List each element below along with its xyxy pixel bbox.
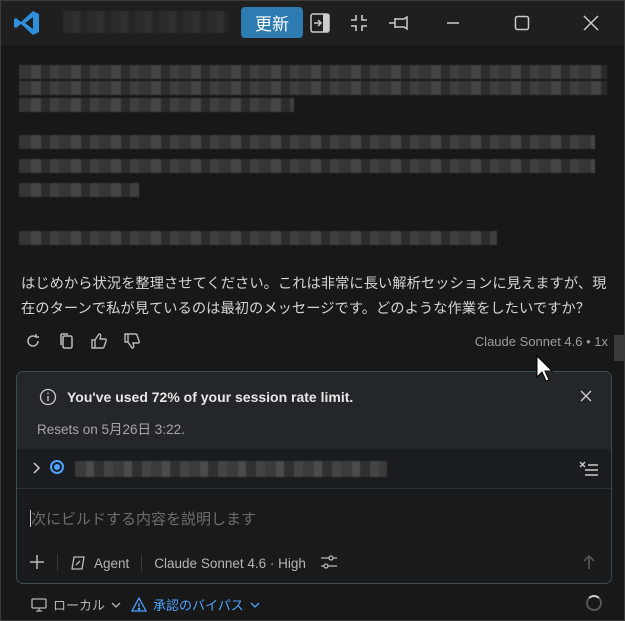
monitor-icon (31, 597, 47, 612)
bypass-label: 承認のバイパス (153, 598, 244, 613)
composer-toolbar: Agent Claude Sonnet 4.6 · High (29, 552, 338, 574)
status-footer: ローカル 承認のバイパス (1, 588, 624, 620)
rate-limit-banner: You've used 72% of your session rate lim… (17, 372, 611, 449)
warning-icon (131, 597, 147, 612)
local-label: ローカル (53, 598, 106, 613)
send-arrow-icon[interactable] (581, 553, 597, 571)
rate-limit-title: You've used 72% of your session rate lim… (67, 389, 354, 405)
model-picker[interactable]: Claude Sonnet 4.6 · High (154, 556, 306, 571)
agent-mode-button[interactable]: Agent (70, 555, 129, 571)
scrollbar-thumb[interactable] (614, 335, 624, 361)
update-button[interactable]: 更新 (241, 7, 303, 38)
blurred-text-line (19, 98, 294, 112)
copy-icon[interactable] (56, 331, 76, 351)
vscode-logo-icon (14, 11, 39, 35)
retry-icon[interactable] (23, 331, 43, 351)
close-window-icon[interactable] (579, 11, 603, 35)
divider (57, 555, 58, 571)
chevron-down-icon (250, 602, 260, 608)
prompt-input[interactable]: 次にビルドする内容を説明します Agent Claude Sonnet 4.6 … (17, 489, 611, 583)
thumbs-up-icon[interactable] (89, 331, 109, 351)
blurred-text-line (19, 183, 139, 197)
info-icon (39, 388, 57, 406)
maximize-icon[interactable] (510, 11, 534, 35)
model-info: Claude Sonnet 4.6 • 1x (474, 334, 608, 349)
loading-spinner-icon (586, 595, 602, 611)
session-status-icon (50, 460, 64, 474)
minimize-icon[interactable] (441, 11, 465, 35)
local-target-dropdown[interactable]: ローカル (31, 595, 121, 614)
blurred-text-line (19, 135, 595, 149)
chevron-down-icon (111, 602, 121, 608)
blurred-text-line (19, 159, 595, 173)
blurred-text-line (19, 231, 497, 245)
assistant-response: はじめから状況を整理させてください。これは非常に長い解析セッションに見えますが、… (21, 276, 607, 317)
agent-icon (71, 556, 85, 570)
thumbs-down-icon[interactable] (122, 331, 142, 351)
mouse-cursor-icon (536, 355, 554, 382)
session-row[interactable] (17, 450, 611, 489)
response-actions (23, 331, 142, 353)
divider (141, 555, 143, 571)
window-title-blurred (63, 11, 228, 33)
session-title-blurred (75, 461, 387, 477)
rate-limit-reset: Resets on 5月26日 3:22. (37, 422, 185, 437)
add-icon[interactable] (29, 554, 45, 573)
blurred-text-line (19, 81, 607, 95)
approval-bypass-dropdown[interactable]: 承認のバイパス (131, 595, 260, 614)
prompt-placeholder: 次にビルドする内容を説明します (31, 510, 257, 528)
chat-composer: You've used 72% of your session rate lim… (16, 371, 612, 584)
agent-label: Agent (94, 555, 130, 571)
title-bar: 更新 (1, 1, 624, 45)
pin-icon[interactable] (387, 11, 411, 35)
chevron-right-icon[interactable] (31, 461, 43, 475)
clear-list-icon[interactable] (579, 460, 599, 478)
blurred-text-line (19, 65, 607, 79)
toggle-panel-icon[interactable] (308, 11, 332, 35)
collapse-icon[interactable] (347, 11, 371, 35)
close-banner-icon[interactable] (579, 389, 593, 403)
settings-sliders-icon[interactable] (320, 554, 338, 573)
app-window: 更新 はじめから状況を整理させてください。これは非常に長い解析セッションに見えま… (0, 0, 625, 621)
